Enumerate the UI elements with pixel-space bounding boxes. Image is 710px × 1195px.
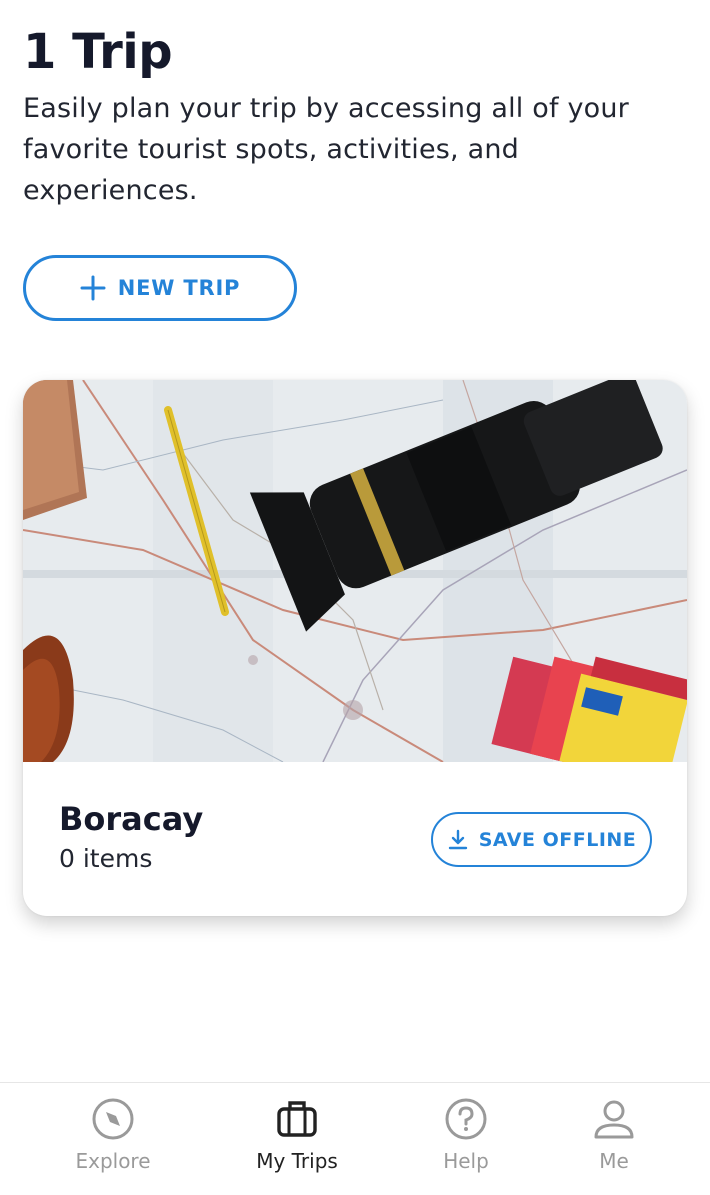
tab-me[interactable]: Me [539,1097,689,1187]
trip-card[interactable]: Boracay 0 items SAVE OFFLINE [23,380,687,916]
tab-explore[interactable]: Explore [38,1097,188,1187]
compass-icon [92,1098,134,1140]
tab-help[interactable]: Help [391,1097,541,1187]
question-circle-icon [445,1098,487,1140]
new-trip-button[interactable]: NEW TRIP [23,255,297,321]
trip-item-count: 0 items [59,844,153,873]
trip-cover-image [23,380,687,762]
trip-name: Boracay [59,800,204,838]
tab-my-trips[interactable]: My Trips [222,1097,372,1187]
page-subtitle: Easily plan your trip by accessing all o… [23,93,629,206]
tab-my-trips-label: My Trips [256,1149,338,1173]
person-icon [594,1100,634,1139]
tab-explore-label: Explore [75,1149,151,1173]
tab-help-label: Help [443,1149,489,1173]
save-offline-label: SAVE OFFLINE [478,828,637,851]
page-title: 1 Trip [23,24,173,80]
new-trip-label: NEW TRIP [117,276,241,300]
suitcase-icon [277,1101,317,1137]
bottom-tab-bar: Explore My Trips Help Me [0,1082,710,1195]
download-icon [448,829,467,849]
save-offline-button[interactable]: SAVE OFFLINE [431,812,652,867]
tab-me-label: Me [599,1149,629,1173]
plus-icon [80,275,106,301]
